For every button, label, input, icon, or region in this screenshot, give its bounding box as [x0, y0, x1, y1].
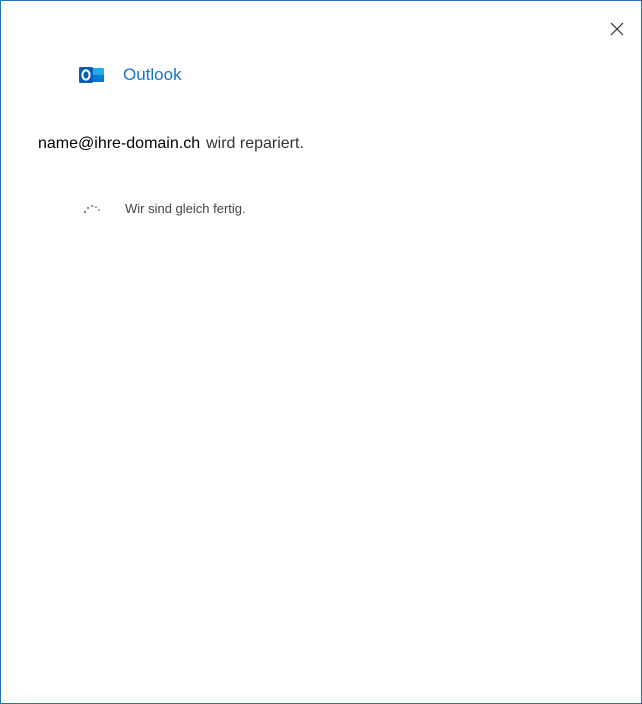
- outlook-logo-icon: [79, 67, 104, 83]
- close-icon: [610, 22, 624, 36]
- repair-dialog: Outlook name@ihre-domain.ch wird reparier…: [0, 0, 642, 704]
- close-button[interactable]: [607, 19, 627, 39]
- progress-row: Wir sind gleich fertig.: [83, 201, 246, 216]
- app-header: Outlook: [79, 65, 182, 85]
- spinner-icon: [84, 204, 100, 213]
- account-email: name@ihre-domain.ch: [38, 135, 201, 152]
- app-title: Outlook: [123, 65, 182, 84]
- status-message: wird repariert.: [206, 135, 304, 152]
- progress-text: Wir sind gleich fertig.: [125, 201, 246, 216]
- status-line: name@ihre-domain.ch wird repariert.: [38, 135, 304, 153]
